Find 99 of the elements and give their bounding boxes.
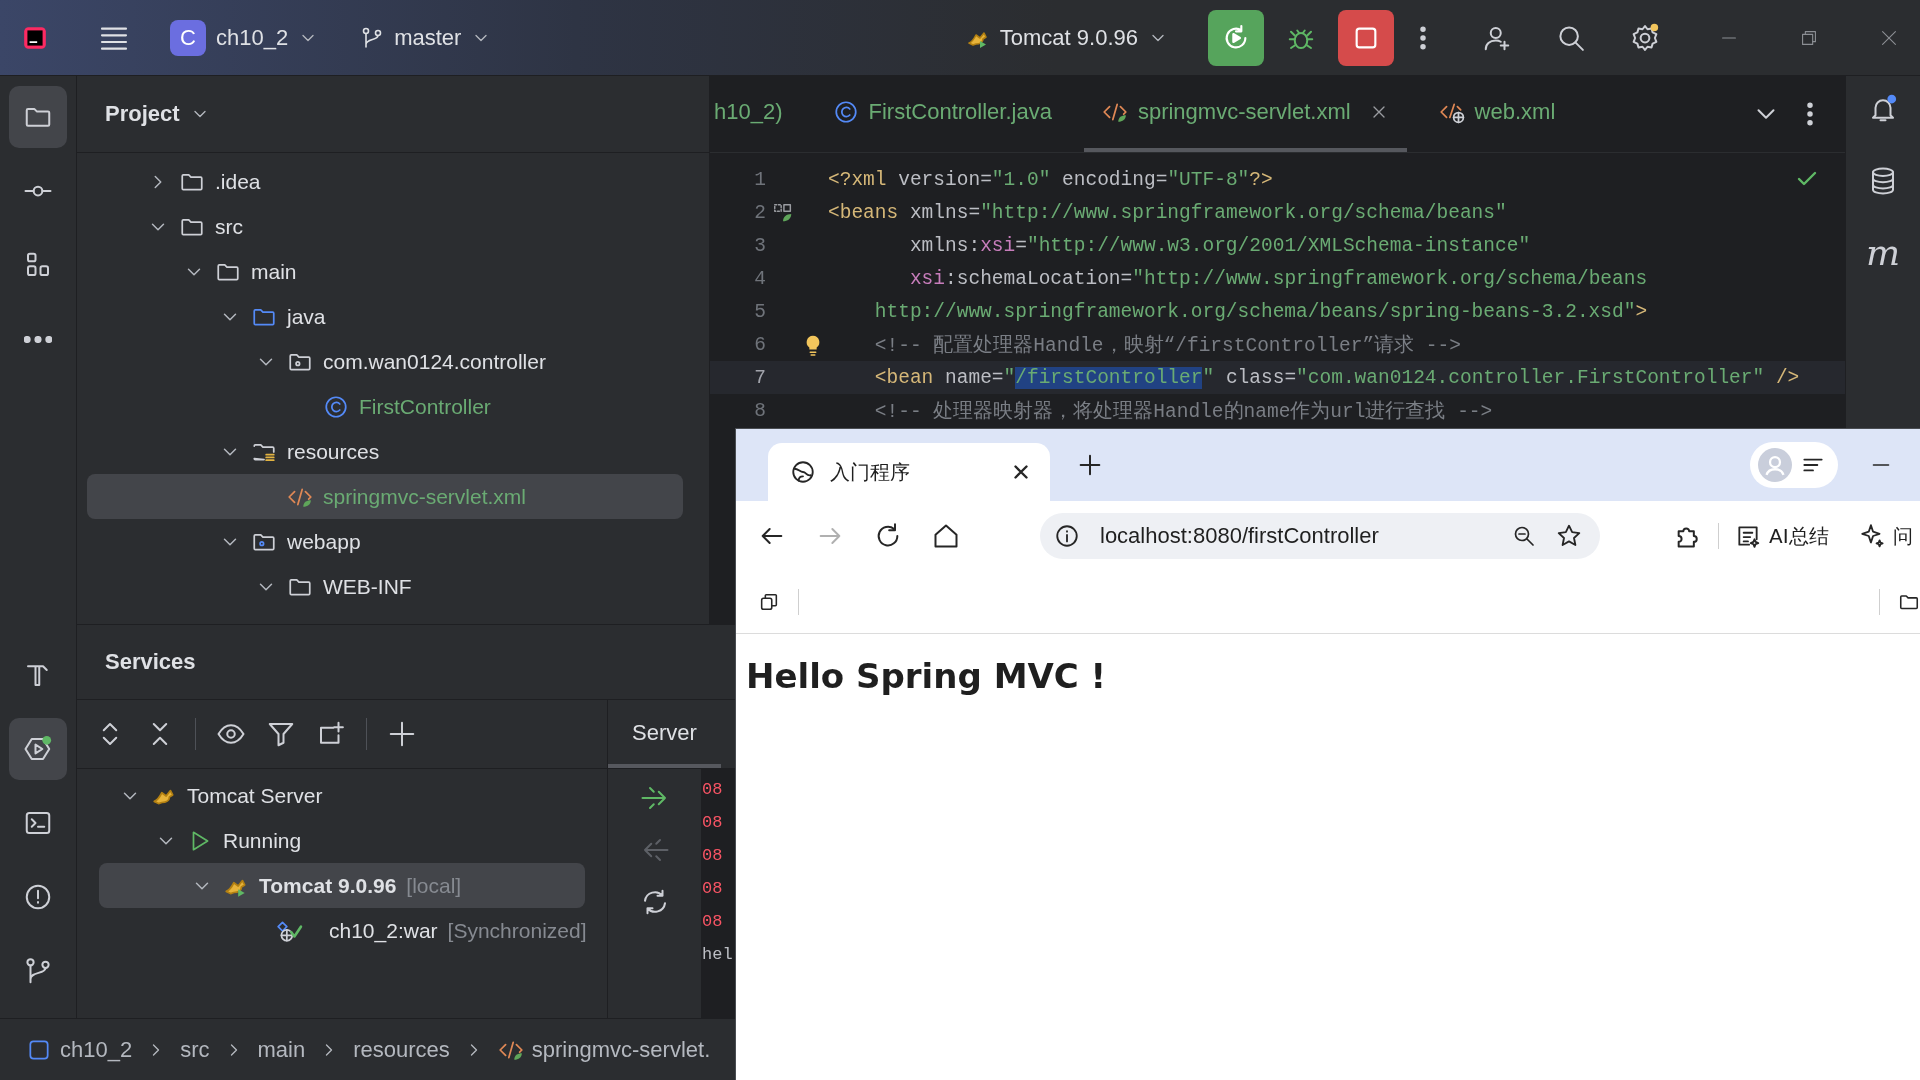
tree-item[interactable]: resources xyxy=(87,429,683,474)
code-line: <bean name="/firstController" class="com.wan0124.controller.FirstController" /> xyxy=(873,366,1800,389)
ask-button[interactable]: 问 xyxy=(1858,522,1913,550)
panel-title: Services xyxy=(105,649,196,675)
service-label: Tomcat Server xyxy=(187,783,323,808)
panel-title[interactable]: Project xyxy=(105,101,180,127)
breadcrumb[interactable]: ch10_2 xyxy=(26,1036,133,1063)
code-line: xsi:schemaLocation="http://www.springframework.org/schema/beans xyxy=(908,267,1648,290)
breadcrumb[interactable]: springmvc-servlet. xyxy=(497,1036,711,1063)
maven-tool-button[interactable]: m xyxy=(1865,238,1901,268)
code-line: xmlns:xsi="http://www.w3.org/2001/XMLSchema-instance" xyxy=(908,234,1531,257)
line-number: 4 xyxy=(753,267,766,290)
page-heading: Hello Spring MVC ! xyxy=(746,656,1107,696)
breadcrumb[interactable]: src xyxy=(180,1036,210,1063)
project-badge: C xyxy=(170,19,206,56)
bean-gutter-icon[interactable] xyxy=(772,201,794,224)
tree-item[interactable]: webapp xyxy=(87,519,683,564)
editor-tab[interactable]: FirstController.java xyxy=(814,76,1070,152)
globe-icon xyxy=(790,459,816,485)
run-configuration[interactable]: Tomcat 9.0.96 xyxy=(957,18,1176,57)
branch-name: master xyxy=(394,24,462,51)
app-logo-icon[interactable] xyxy=(22,24,48,51)
add-icon[interactable] xyxy=(387,719,417,749)
more-icon xyxy=(24,335,52,343)
settings-icon[interactable] xyxy=(1630,22,1660,53)
tree-label: java xyxy=(287,304,326,329)
console-line: 08 xyxy=(702,878,724,900)
console-line: 08 xyxy=(702,779,724,801)
stop-button[interactable] xyxy=(1338,9,1394,66)
code-line: <!-- 配置处理器Handle，映射“/firstController”请求 --> xyxy=(873,333,1461,358)
tree-item[interactable]: FirstController xyxy=(87,384,683,429)
tree-label: com.wan0124.controller xyxy=(323,349,546,374)
code-line: <?xml version="1.0" encoding="UTF-8"?> xyxy=(828,168,1273,191)
tree-label: springmvc-servlet.xml xyxy=(323,484,527,509)
tree-item[interactable]: src xyxy=(87,204,683,249)
class-icon xyxy=(323,393,349,420)
service-label: Running xyxy=(223,828,302,853)
service-item[interactable]: Tomcat 9.0.96 [local] xyxy=(99,863,585,908)
service-label: Tomcat 9.0.96 xyxy=(259,873,397,898)
service-status: [local] xyxy=(406,873,462,898)
console-line: 08 xyxy=(702,911,724,933)
breadcrumb[interactable]: main xyxy=(257,1036,306,1063)
tree-item[interactable]: main xyxy=(87,249,683,294)
avatar-icon xyxy=(1758,448,1792,482)
tree-label: .idea xyxy=(215,169,261,194)
service-item[interactable]: ch10_2:war [Synchronized] xyxy=(99,908,585,953)
code-line: <beans xmlns="http://www.springframework.org/schema/beans" xyxy=(828,201,1507,224)
services-tool-button[interactable] xyxy=(9,718,67,780)
line-number: 2 xyxy=(753,201,766,224)
service-item[interactable]: Running xyxy=(99,818,585,863)
tree-label: webapp xyxy=(287,529,361,554)
branch-icon xyxy=(23,956,53,986)
browser-tab[interactable]: 入门程序 xyxy=(768,443,1050,501)
line-number: 1 xyxy=(753,168,766,191)
service-status: [Synchronized] xyxy=(447,918,587,943)
star-icon[interactable] xyxy=(1556,523,1582,549)
line-number: 5 xyxy=(753,300,766,323)
editor-tab[interactable]: springmvc-servlet.xml xyxy=(1083,76,1407,152)
run-config-name: Tomcat 9.0.96 xyxy=(999,24,1138,51)
editor-tab[interactable]: web.xml xyxy=(1420,76,1574,152)
tree-item[interactable]: java xyxy=(87,294,683,339)
project-switcher[interactable]: C ch10_2 xyxy=(162,13,327,62)
tree-item[interactable]: springmvc-servlet.xml xyxy=(87,474,683,519)
document-icon xyxy=(1735,523,1761,549)
info-icon[interactable] xyxy=(1054,523,1080,549)
zoom-out-icon[interactable] xyxy=(1512,524,1536,548)
line-number: 8 xyxy=(753,399,766,422)
service-label: ch10_2:war xyxy=(329,918,438,943)
line-number: 6 xyxy=(753,333,766,356)
tree-label: WEB-INF xyxy=(323,574,412,599)
project-tool-button[interactable] xyxy=(9,86,67,148)
line-number: 3 xyxy=(753,234,766,257)
console-line: 08 xyxy=(702,812,724,834)
tree-item[interactable]: .idea xyxy=(87,159,683,204)
line-number: 7 xyxy=(753,366,766,389)
profile-button[interactable] xyxy=(1750,442,1838,488)
console-line: 08 xyxy=(702,845,724,867)
project-name: ch10_2 xyxy=(216,24,289,51)
warning-icon xyxy=(23,882,53,912)
sparkle-icon xyxy=(1858,523,1885,549)
tree-label: main xyxy=(251,259,297,284)
rerun-button[interactable] xyxy=(1208,9,1264,66)
code-line: http://www.springframework.org/schema/beans/spring-beans-3.2.xsd"> xyxy=(873,300,1648,323)
code-line: <!-- 处理器映射器，将处理器Handle的name作为url进行查找 --> xyxy=(873,399,1493,424)
tree-label: resources xyxy=(287,439,380,464)
tab-groups-icon[interactable] xyxy=(758,591,780,613)
tree-item[interactable]: com.wan0124.controller xyxy=(87,339,683,384)
service-item[interactable]: Tomcat Server xyxy=(99,773,585,818)
branch-switcher[interactable]: master xyxy=(352,18,500,57)
summary-button[interactable]: AI总结 xyxy=(1735,522,1829,550)
console-line: hel xyxy=(702,944,734,966)
editor-tab[interactable]: h10_2) xyxy=(710,76,801,152)
address-bar[interactable]: localhost:8080/firstController xyxy=(1040,513,1600,559)
tree-item[interactable]: WEB-INF xyxy=(87,564,683,609)
breadcrumb[interactable]: resources xyxy=(353,1036,450,1063)
tree-label: src xyxy=(215,214,243,239)
tree-label: FirstController xyxy=(359,394,491,419)
home-icon[interactable] xyxy=(932,522,960,550)
class-icon xyxy=(832,99,859,125)
